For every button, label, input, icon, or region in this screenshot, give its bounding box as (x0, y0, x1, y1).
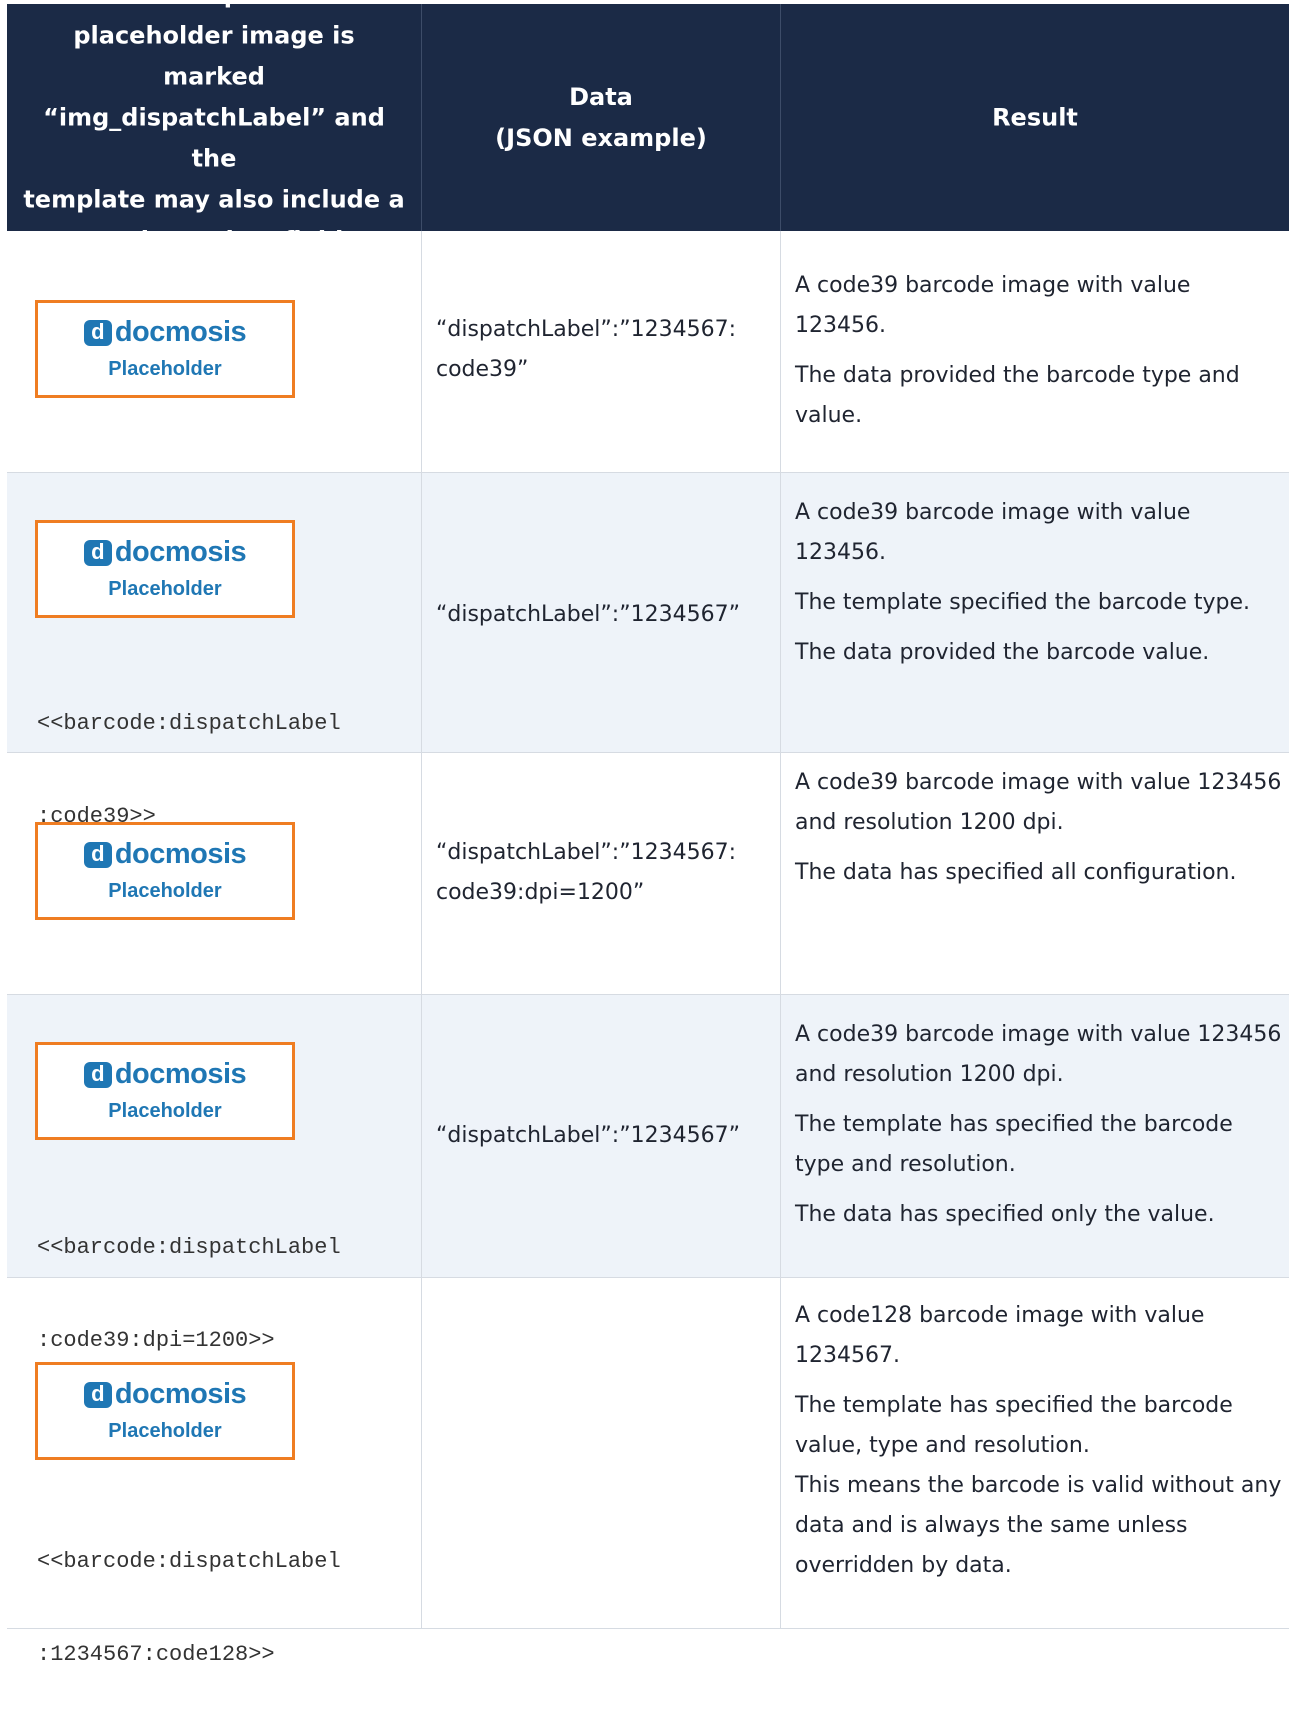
data-cell: “dispatchLabel”:”1234567: code39” (422, 231, 781, 472)
docmosis-logo-icon: d (83, 1061, 112, 1088)
table-row: d docmosis Placeholder “dispatchLabel”:”1… (7, 231, 1289, 473)
docmosis-placeholder-image: d docmosis Placeholder (35, 1042, 295, 1140)
header-col-template: In the Template the placeholder image is… (7, 0, 422, 254)
template-cell: d docmosis Placeholder <<barcode:dispatch… (7, 1278, 422, 1667)
result-text: A code39 barcode image with value 123456… (795, 1022, 1282, 1087)
data-cell (422, 1278, 781, 1628)
template-cell: d docmosis Placeholder (7, 231, 422, 472)
header-col-data: Data (JSON example) (422, 4, 781, 231)
result-text: A code39 barcode image with value 123456… (795, 770, 1282, 835)
header-text-line: placeholder image is marked (73, 21, 355, 90)
placeholder-brand: docmosis (114, 1378, 247, 1410)
result-text: The template has specified the barcode t… (795, 1112, 1233, 1177)
table-row: d docmosis Placeholder <<barcode:dispatch… (7, 473, 1289, 829)
template-cell: d docmosis Placeholder (7, 753, 422, 994)
data-cell: “dispatchLabel”:”1234567: code39:dpi=120… (422, 753, 781, 994)
barcode-field-line: <<barcode:dispatchLabel (37, 1235, 341, 1260)
table-header: In the Template the placeholder image is… (7, 0, 1289, 254)
data-line: code39” (436, 357, 529, 382)
result-text: The data has specified only the value. (795, 1202, 1215, 1227)
header-text-line: Data (569, 82, 633, 111)
docmosis-logo-icon: d (83, 841, 112, 868)
docmosis-placeholder-image: d docmosis Placeholder (35, 822, 295, 920)
table-row: d docmosis Placeholder “dispatchLabel”:”1… (7, 753, 1289, 995)
placeholder-brand: docmosis (114, 838, 247, 870)
placeholder-label: Placeholder (108, 1100, 222, 1122)
result-text: The data has specified all configuration… (795, 860, 1237, 885)
result-text: The data provided the barcode type and v… (795, 363, 1240, 428)
result-cell: A code39 barcode image with value 123456… (781, 231, 1289, 472)
result-text: The template specified the barcode type. (795, 590, 1251, 615)
data-cell: “dispatchLabel”:”1234567” (422, 995, 781, 1277)
placeholder-label: Placeholder (108, 880, 222, 902)
header-text-line: “img_dispatchLabel” and the (43, 103, 385, 172)
table-row: d docmosis Placeholder <<barcode:dispatch… (7, 995, 1289, 1353)
result-text: This means the barcode is valid without … (795, 1473, 1282, 1578)
placeholder-brand: docmosis (114, 536, 247, 568)
data-line: “dispatchLabel”:”1234567: (436, 840, 736, 865)
docmosis-placeholder-image: d docmosis Placeholder (35, 300, 295, 398)
header-col-result: Result (781, 4, 1289, 231)
placeholder-label: Placeholder (108, 1420, 222, 1442)
placeholder-brand: docmosis (114, 1058, 247, 1090)
docmosis-logo-icon: d (83, 319, 112, 346)
placeholder-brand: docmosis (114, 316, 247, 348)
result-text: A code39 barcode image with value 123456… (795, 500, 1191, 565)
template-cell: d docmosis Placeholder <<barcode:dispatch… (7, 995, 422, 1353)
result-cell: A code39 barcode image with value 123456… (781, 473, 1289, 752)
header-text-line: (JSON example) (495, 123, 707, 152)
docmosis-logo-icon: d (83, 539, 112, 566)
barcode-field-line: <<barcode:dispatchLabel (37, 1549, 341, 1574)
result-text: A code39 barcode image with value 123456… (795, 273, 1191, 338)
barcode-field-line: :1234567:code128>> (37, 1642, 275, 1667)
result-text: The template has specified the barcode v… (795, 1393, 1233, 1458)
result-cell: A code128 barcode image with value 12345… (781, 1278, 1289, 1628)
docmosis-placeholder-image: d docmosis Placeholder (35, 520, 295, 618)
table-row: d docmosis Placeholder <<barcode:dispatch… (7, 1278, 1289, 1667)
data-line: “dispatchLabel”:”1234567” (436, 602, 740, 627)
header-text-line: template may also include a (23, 185, 405, 213)
header-text-line: In the Template the (19, 0, 409, 15)
result-text: The data provided the barcode value. (795, 640, 1210, 665)
data-line: code39:dpi=1200” (436, 880, 645, 905)
template-cell: d docmosis Placeholder <<barcode:dispatch… (7, 473, 422, 829)
result-cell: A code39 barcode image with value 123456… (781, 753, 1289, 994)
docmosis-placeholder-image: d docmosis Placeholder (35, 1362, 295, 1460)
docmosis-logo-icon: d (83, 1381, 112, 1408)
result-text: A code128 barcode image with value 12345… (795, 1303, 1205, 1368)
data-line: “dispatchLabel”:”1234567” (436, 1123, 740, 1148)
placeholder-label: Placeholder (108, 358, 222, 380)
placeholder-label: Placeholder (108, 578, 222, 600)
data-cell: “dispatchLabel”:”1234567” (422, 473, 781, 752)
result-cell: A code39 barcode image with value 123456… (781, 995, 1289, 1277)
barcode-field-line: <<barcode:dispatchLabel (37, 711, 341, 736)
header-text-line: Result (992, 103, 1078, 131)
data-line: “dispatchLabel”:”1234567: (436, 317, 736, 342)
